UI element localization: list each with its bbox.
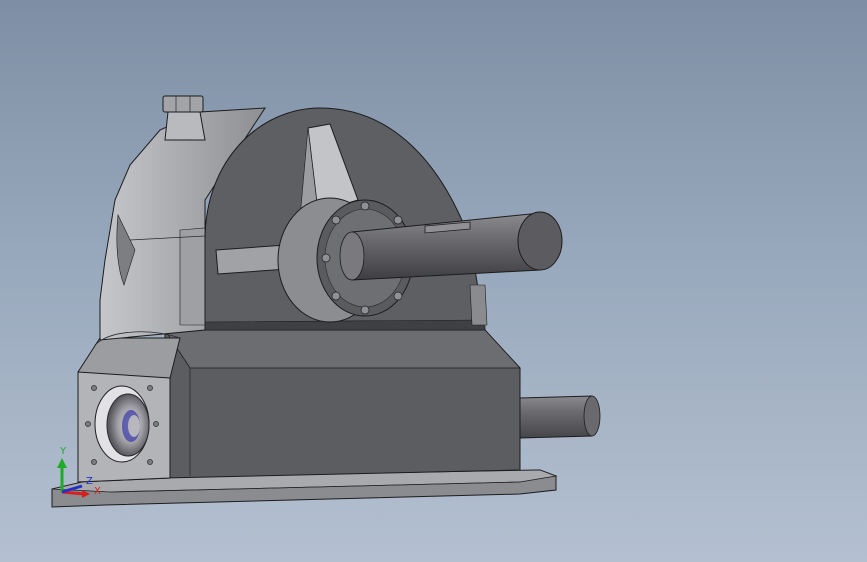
z-axis-label: Z — [86, 476, 93, 487]
input-shaft — [519, 395, 601, 439]
gearbox-3d-model[interactable] — [0, 0, 867, 562]
y-axis-arrow — [57, 458, 67, 492]
z-axis-arrow — [61, 484, 83, 494]
vent-plug — [162, 95, 206, 141]
x-axis-label: X — [94, 486, 101, 497]
y-axis-label: Y — [59, 446, 67, 457]
coordinate-triad: Y X Z — [57, 446, 101, 498]
graphics-viewport[interactable]: Y X Z — [0, 0, 867, 562]
